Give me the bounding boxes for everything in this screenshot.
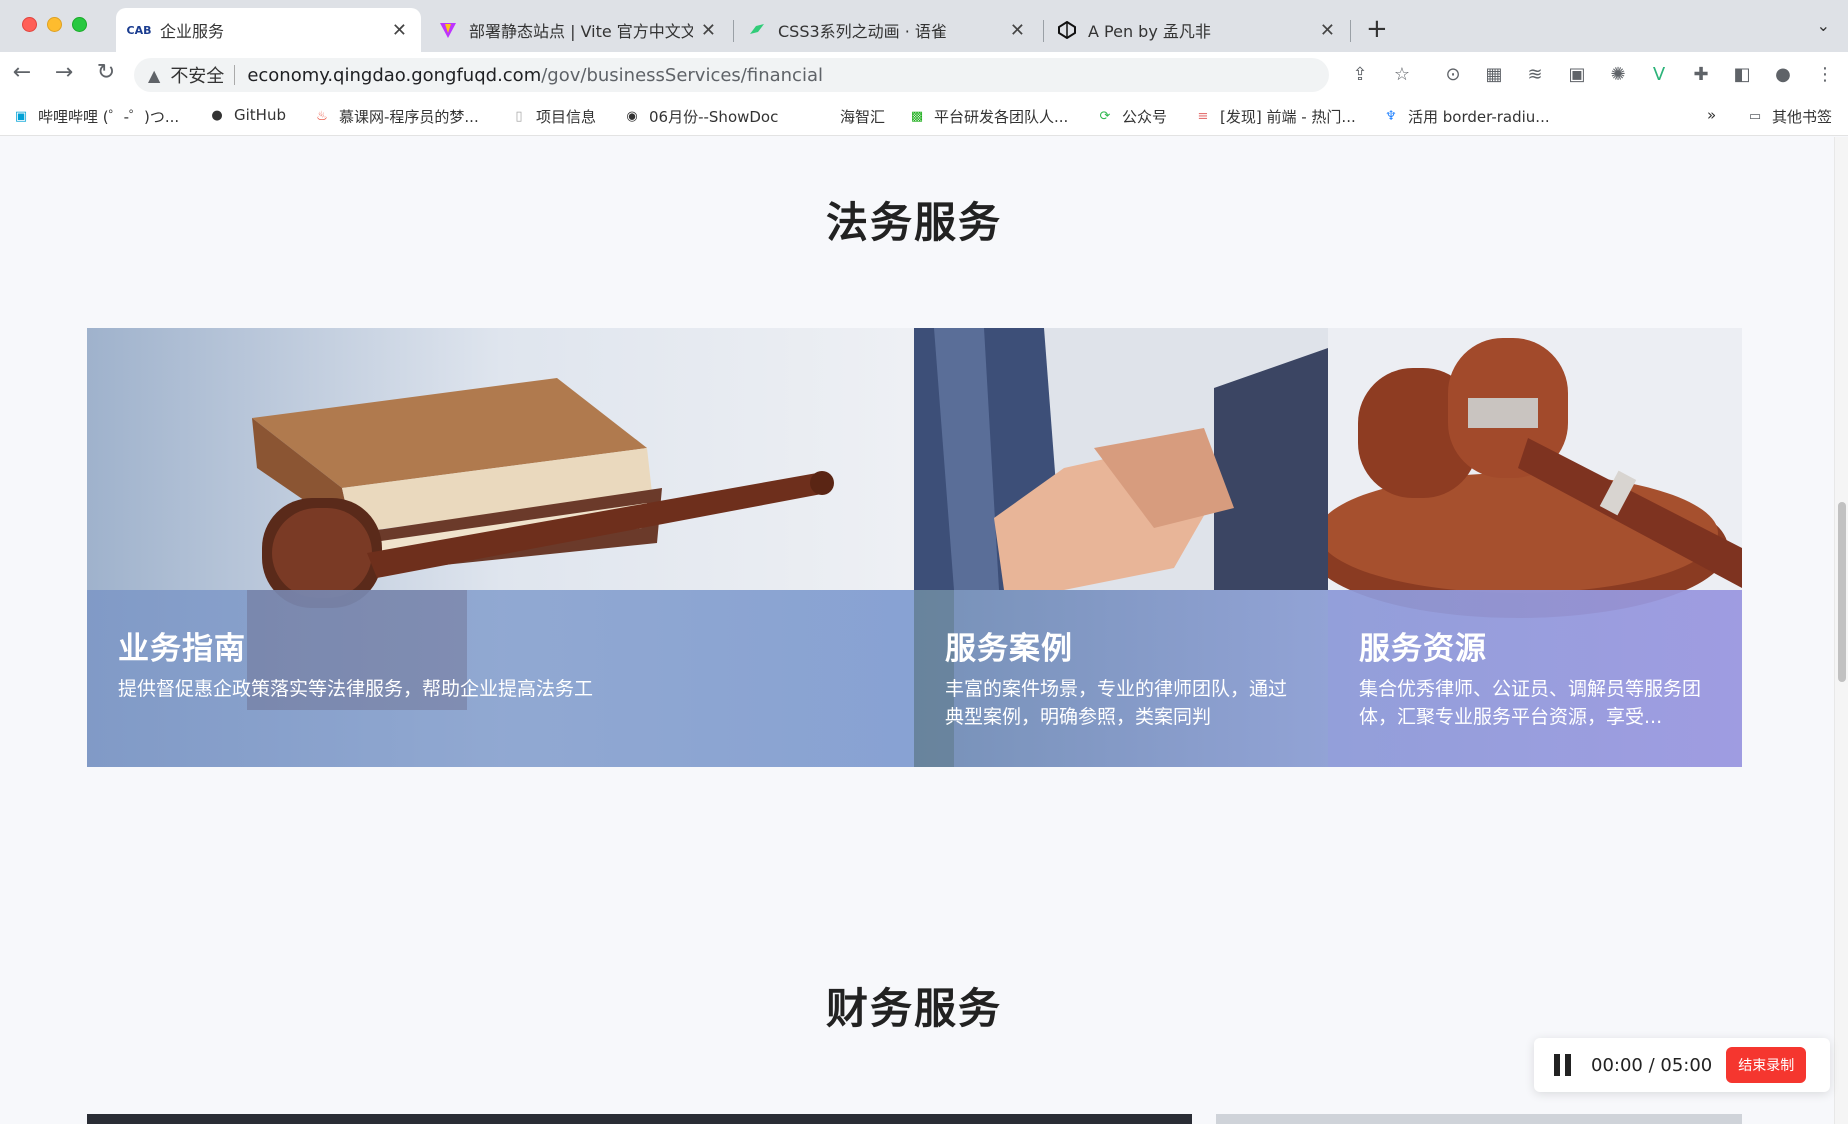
pause-icon[interactable]: [1554, 1054, 1571, 1076]
juejin-icon: ♆: [1385, 109, 1397, 124]
bookmarks-bar: ▣ 哔哩哔哩 (゜-゜)つ... ● GitHub ♨ 慕课网-程序员的梦...…: [0, 96, 1848, 136]
card-title: 服务资源: [1359, 631, 1487, 667]
tab-yuque[interactable]: CSS3系列之动画 · 语雀 ✕: [734, 8, 1039, 52]
screen-recorder-widget: 00:00 / 05:00 结束录制: [1534, 1038, 1830, 1092]
address-bar[interactable]: ▲ 不安全 economy.qingdao.gongfuqd.com /gov/…: [134, 58, 1329, 92]
card-title: 业务指南: [118, 631, 246, 667]
close-tab-icon[interactable]: ✕: [392, 20, 407, 41]
tab-title: 企业服务: [160, 22, 225, 41]
reload-icon[interactable]: ↻: [92, 60, 120, 85]
finance-services-title: 财务服务: [825, 984, 1002, 1033]
page-content: 法务服务 业务指南 提供督促惠企政策落实等法律服务，帮助企业提高法务工 服务案例…: [0, 137, 1848, 1124]
puzzle-icon[interactable]: ✚: [1689, 62, 1713, 86]
folder-icon: ▭: [1748, 109, 1762, 124]
url-path: /gov/businessServices/financial: [541, 64, 823, 86]
card-service-cases[interactable]: 服务案例 丰富的案件场景，专业的律师团队，通过典型案例，明确参照，类案同判: [914, 328, 1328, 767]
bookmark-border-radius[interactable]: ♆ 活用 border-radiu...: [1382, 106, 1549, 127]
cab-favicon-icon: CAB: [126, 23, 152, 37]
minimize-window-button[interactable]: [47, 17, 62, 32]
bookmarks-overflow-chevron[interactable]: »: [1707, 106, 1716, 124]
maximize-window-button[interactable]: [72, 17, 87, 32]
close-tab-icon[interactable]: ✕: [1320, 20, 1335, 41]
card-title: 服务案例: [945, 631, 1073, 667]
flame-icon: ♨: [316, 109, 328, 124]
close-tab-icon[interactable]: ✕: [701, 20, 716, 41]
warning-icon[interactable]: ▲: [148, 66, 160, 85]
tab-bar: CAB 企业服务 ✕ 部署静态站点 | Vite 官方中文文档 ✕ CSS3系列…: [0, 0, 1848, 52]
close-tab-icon[interactable]: ✕: [1010, 20, 1025, 41]
insecure-label: 不安全: [170, 66, 225, 87]
sidebar-icon[interactable]: ◧: [1730, 62, 1754, 86]
bookmark-haizhihui[interactable]: 海智汇: [840, 106, 885, 127]
more-menu-icon[interactable]: ⋮: [1813, 62, 1837, 86]
tab-title: A Pen by 孟凡非: [1088, 22, 1211, 41]
page-scrollbar[interactable]: [1834, 137, 1848, 1124]
extension-square-icon[interactable]: ▣: [1565, 62, 1589, 86]
codepen-icon: [1058, 21, 1076, 39]
card-business-guide[interactable]: 业务指南 提供督促惠企政策落实等法律服务，帮助企业提高法务工: [87, 328, 914, 767]
legal-services-title: 法务服务: [825, 198, 1002, 247]
extension-layers-icon[interactable]: ≋: [1523, 62, 1547, 86]
sheet-icon: ▩: [910, 109, 924, 124]
url-host: economy.qingdao.gongfuqd.com: [247, 64, 542, 86]
bookmark-wechat-official[interactable]: ⟳ 公众号: [1096, 106, 1167, 127]
page-icon: ▯: [515, 109, 523, 124]
card-desc: 丰富的案件场景，专业的律师团队，通过典型案例，明确参照，类案同判: [945, 678, 1288, 728]
vite-icon: [439, 21, 457, 39]
stop-recording-button[interactable]: 结束录制: [1726, 1047, 1807, 1083]
tab-search-chevron-icon[interactable]: ⌄: [1817, 16, 1830, 35]
tab-enterprise-services[interactable]: CAB 企业服务 ✕: [116, 8, 421, 52]
bookmark-github[interactable]: ● GitHub: [208, 106, 286, 124]
vue-devtools-icon[interactable]: V: [1647, 62, 1671, 86]
card-service-resources[interactable]: 服务资源 集合优秀律师、公证员、调解员等服务团体，汇聚专业服务平台资源，享受..…: [1328, 328, 1742, 767]
bookmark-project-info[interactable]: ▯ 项目信息: [510, 106, 596, 127]
forward-arrow-icon[interactable]: →: [50, 60, 78, 85]
showdoc-icon: ◉: [626, 109, 638, 124]
other-bookmarks-folder[interactable]: ▭ 其他书签: [1746, 106, 1832, 127]
legal-services-cards: 业务指南 提供督促惠企政策落实等法律服务，帮助企业提高法务工 服务案例 丰富的案…: [87, 328, 1742, 767]
star-icon[interactable]: ☆: [1390, 62, 1414, 86]
tab-vite-docs[interactable]: 部署静态站点 | Vite 官方中文文档 ✕: [425, 8, 730, 52]
bookmark-bilibili[interactable]: ▣ 哔哩哔哩 (゜-゜)つ...: [12, 106, 179, 127]
tab-codepen[interactable]: A Pen by 孟凡非 ✕: [1044, 8, 1349, 52]
finance-card-image-top: [87, 1114, 1192, 1124]
finance-card-image-top: [1216, 1114, 1742, 1124]
github-icon: ●: [211, 107, 223, 123]
profile-avatar-icon[interactable]: ●: [1771, 62, 1795, 86]
bookmark-imooc[interactable]: ♨ 慕课网-程序员的梦...: [313, 106, 479, 127]
bookmark-showdoc[interactable]: ◉ 06月份--ShowDoc: [623, 106, 778, 127]
tab-title: CSS3系列之动画 · 语雀: [778, 22, 947, 41]
yuque-icon: [748, 21, 766, 39]
bilibili-icon: ▣: [14, 109, 28, 124]
tab-title: 部署静态站点 | Vite 官方中文文档: [469, 22, 693, 41]
extension-grid-icon[interactable]: ▦: [1482, 62, 1506, 86]
extension-globe-icon[interactable]: ✺: [1606, 62, 1630, 86]
back-arrow-icon[interactable]: ←: [8, 60, 36, 85]
card-desc: 提供督促惠企政策落实等法律服务，帮助企业提高法务工: [118, 678, 594, 700]
refresh-green-icon: ⟳: [1099, 109, 1111, 124]
bookmark-discover-frontend[interactable]: ≡ [发现] 前端 - 热门...: [1194, 106, 1356, 127]
share-icon[interactable]: ⇪: [1348, 62, 1372, 86]
list-icon: ≡: [1197, 109, 1209, 124]
browser-toolbar: ← → ↻ ▲ 不安全 economy.qingdao.gongfuqd.com…: [0, 52, 1848, 96]
recording-time: 00:00 / 05:00: [1591, 1054, 1713, 1076]
card-desc: 集合优秀律师、公证员、调解员等服务团体，汇聚专业服务平台资源，享受...: [1359, 678, 1702, 728]
bookmark-platform-team[interactable]: ▩ 平台研发各团队人...: [908, 106, 1068, 127]
scrollbar-thumb[interactable]: [1838, 502, 1846, 682]
new-tab-button[interactable]: +: [1366, 14, 1388, 44]
close-window-button[interactable]: [22, 17, 37, 32]
extension-json-icon[interactable]: ⊙: [1441, 62, 1465, 86]
